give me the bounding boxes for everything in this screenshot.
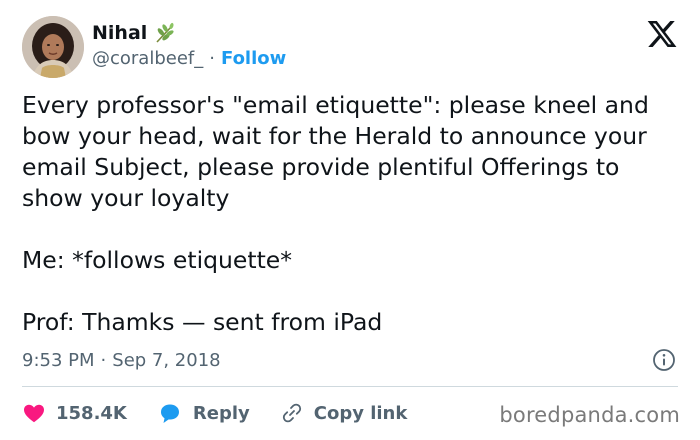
x-logo-icon[interactable]	[646, 18, 678, 50]
reply-label: Reply	[192, 402, 250, 424]
avatar-image	[22, 16, 84, 78]
link-icon	[280, 401, 304, 425]
copy-link-button[interactable]: Copy link	[280, 401, 408, 425]
author-handle[interactable]: @coralbeef_	[92, 47, 203, 71]
reply-button[interactable]: Reply	[157, 401, 250, 425]
like-count: 158.4K	[56, 402, 127, 424]
divider	[22, 386, 678, 387]
tweet-card: Nihal @coralbeef_ · Follow Every profess…	[0, 0, 700, 440]
like-button[interactable]: 158.4K	[22, 401, 127, 425]
avatar[interactable]	[22, 16, 84, 78]
author-name[interactable]: Nihal	[92, 21, 147, 45]
meta-separator: ·	[100, 349, 107, 371]
tweet-date[interactable]: Sep 7, 2018	[112, 350, 220, 371]
tweet-meta: 9:53 PM · Sep 7, 2018	[22, 346, 221, 374]
handle-separator: ·	[209, 48, 215, 69]
action-bar: 158.4K Reply Copy link	[22, 398, 437, 428]
tweet-text: Every professor's "email etiquette": ple…	[22, 91, 649, 336]
reply-bubble-icon	[157, 401, 183, 425]
author-handle-row: @coralbeef_ · Follow	[92, 47, 286, 71]
follow-button[interactable]: Follow	[221, 47, 286, 71]
watermark: boredpanda.com	[499, 403, 680, 427]
author-name-row: Nihal	[92, 21, 176, 45]
herb-leaf-icon	[154, 22, 176, 44]
heart-icon	[22, 401, 46, 425]
copy-link-label: Copy link	[313, 402, 408, 424]
tweet-time[interactable]: 9:53 PM	[22, 350, 95, 371]
info-icon[interactable]	[652, 348, 676, 372]
